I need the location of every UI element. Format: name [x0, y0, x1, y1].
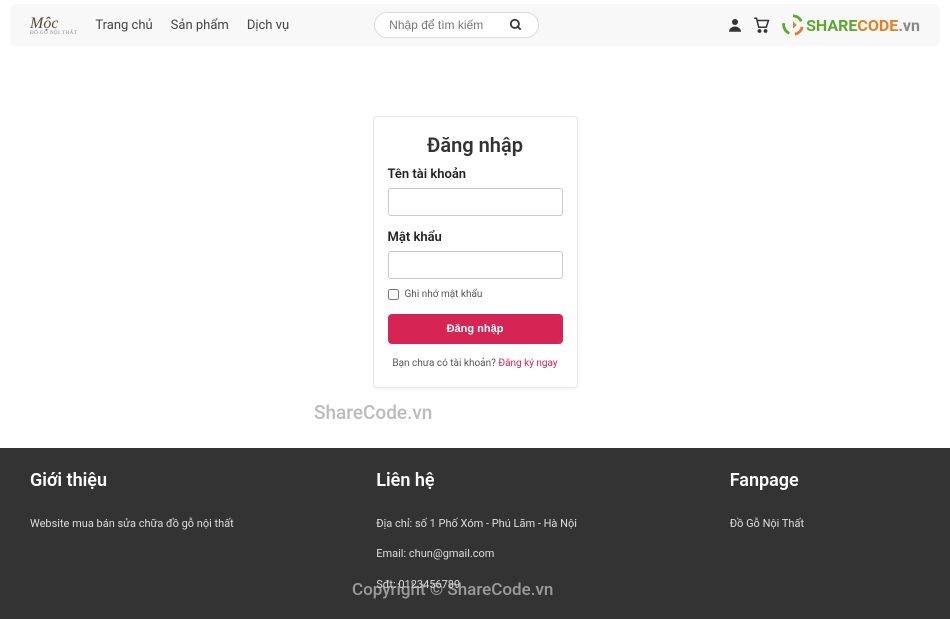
nav-services[interactable]: Dịch vụ — [247, 18, 289, 33]
footer-fanpage-text[interactable]: Đồ Gỗ Nội Thất — [730, 509, 920, 540]
footer-contact-title: Liên hệ — [376, 470, 729, 491]
password-input[interactable] — [388, 251, 563, 279]
footer-email: Email: chun@gmail.com — [376, 539, 729, 570]
nav-home[interactable]: Trang chủ — [95, 18, 152, 33]
footer-fanpage-title: Fanpage — [730, 470, 920, 491]
login-title: Đăng nhập — [388, 133, 563, 157]
header-right: SHARECODE.vn — [726, 14, 920, 36]
search-icon[interactable] — [509, 18, 523, 32]
sharecode-text2: CODE — [857, 16, 898, 35]
login-card: Đăng nhập Tên tài khoản Mật khẩu Ghi nhớ… — [373, 116, 578, 388]
username-label: Tên tài khoản — [388, 167, 563, 182]
logo[interactable]: Mộc ĐỒ GỖ NỘI THẤT — [30, 15, 77, 36]
watermark-1: ShareCode.vn — [314, 401, 432, 424]
header: Mộc ĐỒ GỖ NỘI THẤT Trang chủ Sản phẩm Dị… — [10, 4, 940, 46]
logo-text: Mộc — [30, 15, 58, 32]
signup-link[interactable]: Đăng ký ngay — [498, 358, 557, 369]
signup-prompt: Bạn chưa có tài khoản? Đăng ký ngay — [388, 358, 563, 369]
nav: Trang chủ Sản phẩm Dịch vụ — [95, 18, 289, 33]
search-box[interactable] — [374, 12, 539, 38]
sharecode-suffix: .vn — [898, 16, 920, 35]
footer-address: Địa chỉ: số 1 Phố Xóm - Phú Lãm - Hà Nội — [376, 509, 729, 540]
footer-phone: Sđt: 0123456789 — [376, 570, 729, 601]
footer-col-intro: Giới thiệu Website mua bán sửa chữa đồ g… — [30, 470, 356, 601]
username-input[interactable] — [388, 188, 563, 216]
user-icon[interactable] — [726, 16, 744, 34]
remember-wrap: Ghi nhớ mật khẩu — [388, 289, 563, 300]
footer-intro-text: Website mua bán sửa chữa đồ gỗ nội thất — [30, 509, 356, 540]
nav-products[interactable]: Sản phẩm — [171, 18, 229, 33]
footer-col-fanpage: Fanpage Đồ Gỗ Nội Thất — [730, 470, 920, 601]
footer-intro-title: Giới thiệu — [30, 470, 356, 491]
remember-label: Ghi nhớ mật khẩu — [405, 289, 483, 300]
login-button[interactable]: Đăng nhập — [388, 314, 563, 344]
sharecode-text1: SHARE — [806, 16, 857, 35]
cart-icon[interactable] — [752, 16, 770, 34]
sharecode-logo[interactable]: SHARECODE.vn — [782, 14, 920, 36]
footer: Giới thiệu Website mua bán sửa chữa đồ g… — [0, 448, 950, 619]
footer-col-contact: Liên hệ Địa chỉ: số 1 Phố Xóm - Phú Lãm … — [356, 470, 729, 601]
search-input[interactable] — [389, 18, 509, 32]
signup-prompt-text: Bạn chưa có tài khoản? — [392, 358, 498, 369]
remember-checkbox[interactable] — [388, 289, 399, 300]
sharecode-icon — [782, 14, 804, 36]
logo-subtitle: ĐỒ GỖ NỘI THẤT — [30, 31, 77, 36]
password-label: Mật khẩu — [388, 230, 563, 245]
